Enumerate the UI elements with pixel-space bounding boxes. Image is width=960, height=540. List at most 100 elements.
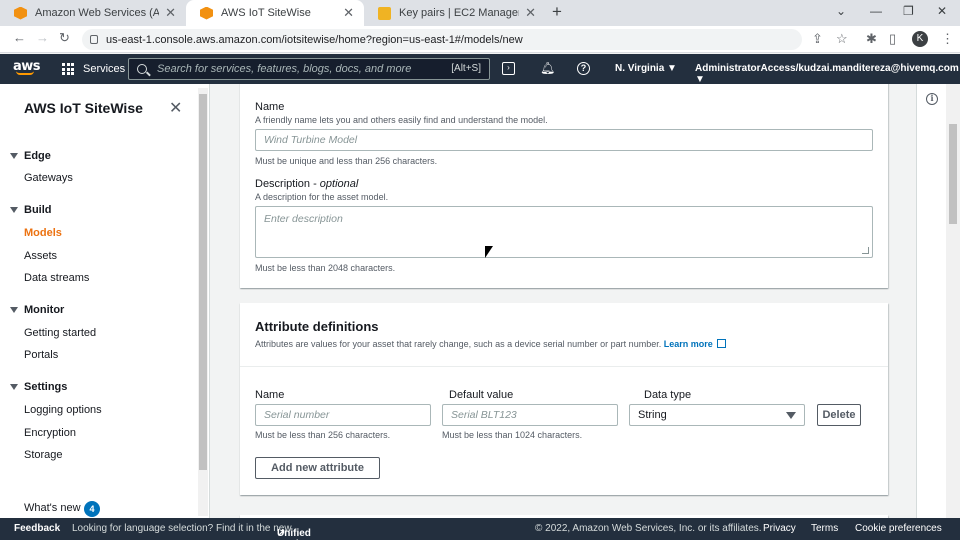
main-content: Name A friendly name lets you and others… [210, 84, 916, 518]
sidebar: AWS IoT SiteWise ✕ Edge Gateways Build M… [0, 84, 210, 518]
aws-icon [14, 6, 27, 20]
sidebar-section-monitor[interactable]: Monitor [10, 304, 64, 316]
terms-link[interactable]: Terms [811, 523, 838, 534]
info-icon[interactable]: i [926, 93, 938, 105]
sidebar-scrollbar[interactable] [198, 88, 208, 516]
back-icon[interactable]: ← [13, 30, 26, 45]
search-shortcut: [Alt+S] [451, 63, 481, 74]
new-tab-icon[interactable]: + [552, 2, 562, 22]
dropdown-arrow-icon [786, 412, 796, 419]
attribute-name-label: Name [255, 389, 285, 401]
scrollbar-thumb[interactable] [949, 124, 957, 224]
sidebar-item-data-streams[interactable]: Data streams [24, 272, 89, 284]
extensions-icon[interactable]: ✱ [866, 31, 877, 47]
forward-icon[interactable]: → [36, 30, 49, 45]
account-menu[interactable]: AdministratorAccess/kudzai.manditereza@h… [695, 63, 960, 85]
description-hint: A description for the asset model. [255, 192, 389, 202]
notification-count-badge: 4 [84, 501, 100, 517]
external-link-icon [716, 339, 726, 348]
key-icon [378, 6, 391, 20]
model-name-input[interactable] [255, 129, 873, 151]
sidebar-item-whats-new[interactable]: What's new [24, 502, 81, 514]
cookie-preferences-link[interactable]: Cookie preferences [855, 523, 942, 534]
sidebar-item-encryption[interactable]: Encryption [24, 427, 76, 439]
tab-title: Amazon Web Services (AWS) [35, 7, 160, 19]
attribute-definitions-hint: Attributes are values for your asset tha… [255, 339, 726, 349]
sidebar-section-settings[interactable]: Settings [10, 381, 67, 393]
reload-icon[interactable]: ↻ [59, 30, 70, 46]
close-icon[interactable]: ✕ [525, 5, 536, 21]
data-type-value: String [638, 409, 667, 421]
sidebar-section-edge[interactable]: Edge [10, 150, 51, 162]
caret-down-icon [10, 384, 18, 390]
name-label: Name [255, 101, 285, 113]
share-icon[interactable]: ⇪ [812, 31, 823, 47]
url-text: us-east-1.console.aws.amazon.com/iotsite… [106, 33, 523, 46]
copyright: © 2022, Amazon Web Services, Inc. or its… [535, 523, 762, 534]
help-icon[interactable]: ? [577, 62, 590, 75]
panel-divider [240, 366, 888, 367]
close-icon[interactable]: ✕ [169, 98, 182, 118]
tab-title: Key pairs | EC2 Management Cons [399, 7, 519, 19]
close-icon[interactable]: ✕ [343, 5, 354, 21]
description-textarea[interactable] [255, 206, 873, 258]
sidebar-item-getting-started[interactable]: Getting started [24, 327, 96, 339]
add-new-attribute-button[interactable]: Add new attribute [255, 457, 380, 479]
sidebar-item-portals[interactable]: Portals [24, 349, 58, 361]
default-value-constraint: Must be less than 1024 characters. [442, 430, 583, 440]
model-details-panel: Name A friendly name lets you and others… [240, 84, 888, 288]
data-type-select[interactable]: String [629, 404, 805, 426]
minimize-icon[interactable]: — [870, 4, 882, 18]
attribute-definitions-panel: Attribute definitions Attributes are val… [240, 303, 888, 495]
tab-search-icon[interactable]: ⌄ [836, 4, 846, 18]
tab-aws-home[interactable]: Amazon Web Services (AWS) ✕ [0, 0, 186, 26]
lock-icon [90, 35, 98, 44]
region-selector[interactable]: N. Virginia ▼ [615, 63, 677, 74]
sidebar-section-build[interactable]: Build [10, 204, 52, 216]
tab-key-pairs[interactable]: Key pairs | EC2 Management Cons ✕ [364, 0, 546, 26]
tools-rail: i [916, 84, 946, 518]
privacy-link[interactable]: Privacy [763, 523, 796, 534]
feedback-link[interactable]: Feedback [14, 523, 60, 534]
default-value-label: Default value [449, 389, 514, 401]
resize-handle-icon[interactable] [862, 247, 869, 254]
description-constraint: Must be less than 2048 characters. [255, 263, 396, 273]
console-search[interactable]: [Alt+S] [128, 58, 490, 80]
url-bar[interactable]: us-east-1.console.aws.amazon.com/iotsite… [82, 29, 802, 50]
scrollbar-thumb[interactable] [199, 94, 207, 470]
sidebar-item-storage[interactable]: Storage [24, 449, 63, 461]
mouse-cursor-icon [485, 246, 493, 258]
sidebar-item-gateways[interactable]: Gateways [24, 172, 73, 184]
aws-logo[interactable]: aws [13, 59, 41, 75]
main-scrollbar[interactable] [946, 84, 960, 518]
cloudshell-icon[interactable]: › [502, 62, 515, 75]
console-footer: Feedback Looking for language selection?… [0, 518, 960, 540]
side-panel-icon[interactable]: ▯ [889, 31, 896, 47]
caret-down-icon [10, 307, 18, 313]
sidebar-title: AWS IoT SiteWise [24, 100, 143, 116]
search-icon [137, 64, 147, 74]
restore-icon[interactable]: ❐ [903, 4, 914, 18]
sidebar-item-models[interactable]: Models [24, 227, 62, 239]
window-close-icon[interactable]: ✕ [937, 4, 947, 18]
aws-console-header: aws Services [Alt+S] › 🔔︎ ? N. Virginia … [0, 54, 960, 85]
description-label: Description - optional [255, 178, 359, 190]
profile-avatar[interactable]: K [912, 31, 928, 47]
attribute-definitions-title: Attribute definitions [255, 319, 379, 334]
caret-down-icon [10, 207, 18, 213]
learn-more-link[interactable]: Learn more [664, 339, 726, 349]
default-value-input[interactable] [442, 404, 618, 426]
data-type-label: Data type [644, 389, 692, 401]
browser-menu-icon[interactable]: ⋮ [941, 31, 954, 47]
bookmark-star-icon[interactable]: ☆ [836, 31, 848, 47]
delete-attribute-button[interactable]: Delete [817, 404, 861, 426]
tab-iot-sitewise[interactable]: AWS IoT SiteWise ✕ [186, 0, 364, 26]
address-bar: ← → ↻ us-east-1.console.aws.amazon.com/i… [0, 26, 960, 53]
search-input[interactable] [157, 63, 437, 75]
attribute-name-input[interactable] [255, 404, 431, 426]
close-icon[interactable]: ✕ [165, 5, 176, 21]
notifications-bell-icon[interactable]: 🔔︎ [540, 61, 555, 75]
sidebar-item-assets[interactable]: Assets [24, 250, 57, 262]
sidebar-item-logging-options[interactable]: Logging options [24, 404, 102, 416]
services-menu-button[interactable]: Services [62, 54, 125, 84]
